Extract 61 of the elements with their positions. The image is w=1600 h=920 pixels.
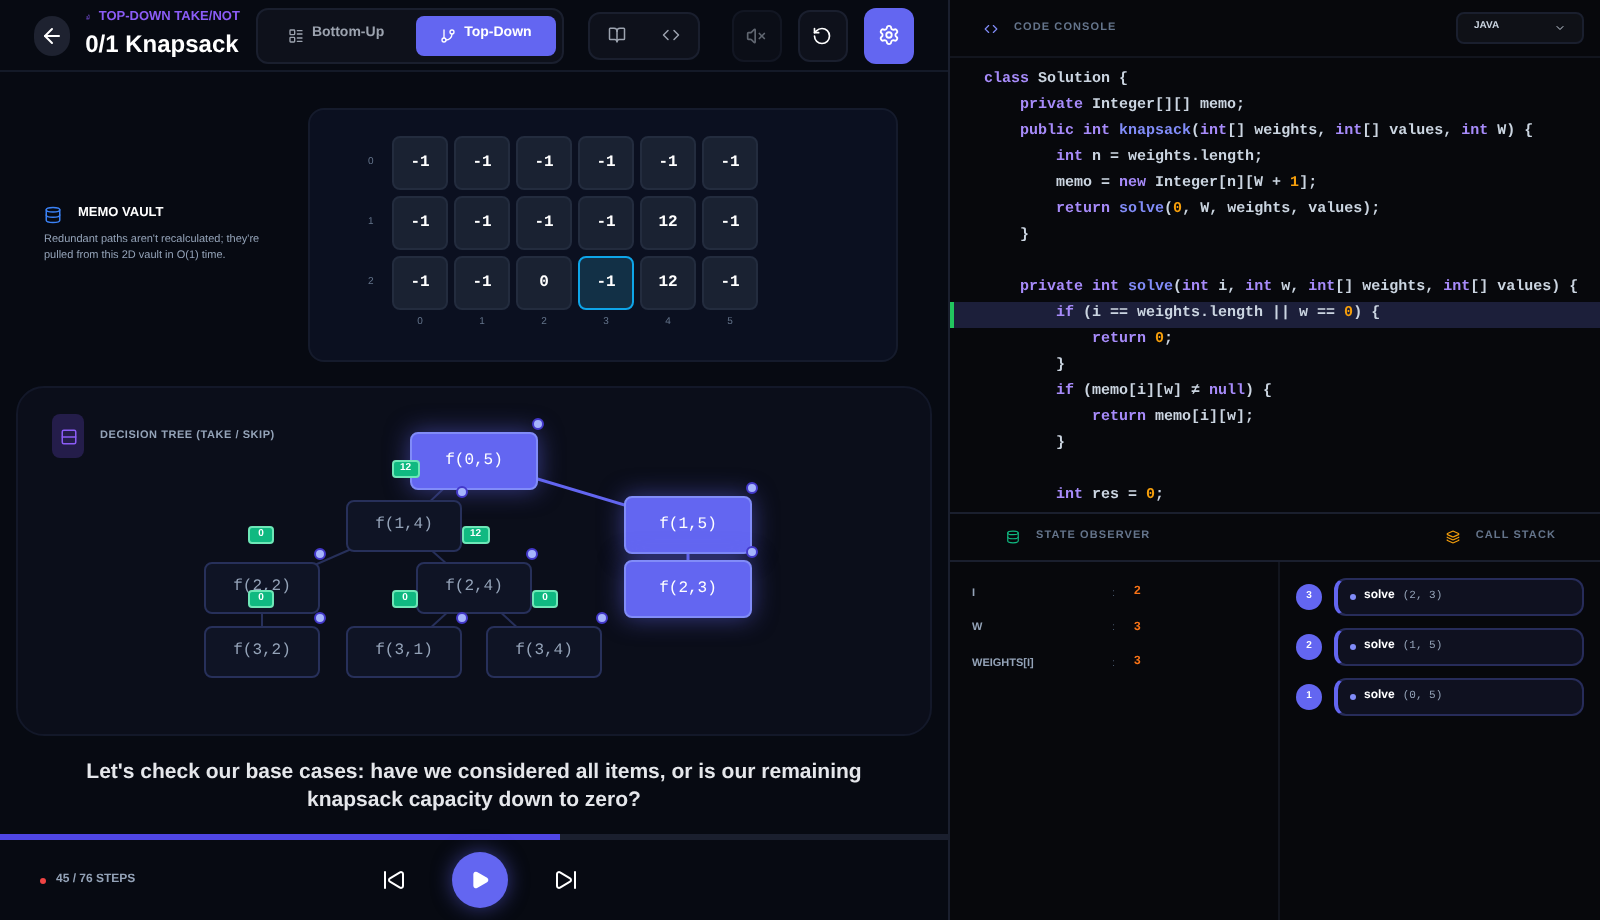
book-icon (607, 26, 626, 44)
node-marker-icon (532, 418, 544, 430)
memo-cell: -1 (702, 136, 758, 191)
memo-cell: -1 (516, 136, 572, 191)
database-icon (1006, 530, 1020, 544)
node-marker-icon (456, 612, 468, 624)
code-icon (984, 21, 998, 35)
narration-text: Let's check our base cases: have we considered all items, or is our remaining knapsack capacity down to zero? (84, 757, 864, 813)
node-marker-icon (314, 548, 326, 560)
back-button[interactable] (34, 15, 70, 55)
tree-node: f(2,3) (624, 560, 752, 618)
reset-button[interactable] (797, 9, 848, 61)
memo-cell: -1 (578, 196, 634, 251)
node-marker-icon (314, 612, 326, 624)
settings-icon (877, 24, 900, 46)
memo-cell: -1 (392, 136, 448, 191)
node-marker-icon (746, 546, 758, 558)
memo-cell: -1 (516, 196, 572, 251)
tree-node: f(3,2) (204, 626, 320, 678)
code-icon (661, 26, 680, 44)
sparkles-icon (85, 10, 91, 24)
memo-cell: -1 (578, 136, 634, 191)
node-marker-icon (526, 548, 538, 560)
memo-cell: -1 (702, 196, 758, 251)
rows-icon (59, 427, 77, 445)
page-title: 0/1 Knapsack (85, 28, 240, 63)
memo-cell: 12 (640, 256, 696, 311)
memo-cell: -1 (454, 136, 510, 191)
tree-node: f(0,5) (410, 432, 538, 490)
play-button[interactable] (452, 852, 508, 908)
node-marker-icon (596, 612, 608, 624)
tree-node: f(1,5) (624, 496, 752, 554)
list-icon (287, 27, 304, 43)
next-button[interactable] (552, 866, 580, 894)
branch-icon (440, 27, 457, 43)
tree-node: f(2,4) (416, 562, 532, 614)
settings-button[interactable] (863, 7, 915, 63)
database-icon (44, 205, 62, 223)
chevron-down-icon (1554, 22, 1566, 34)
mute-icon (746, 25, 767, 45)
memo-cell: -1 (392, 256, 448, 311)
memo-cell: 0 (516, 256, 572, 311)
memo-cell: -1 (578, 256, 634, 311)
memo-cell: -1 (454, 196, 510, 251)
reset-icon (812, 25, 833, 45)
memo-cell: -1 (702, 256, 758, 311)
memo-cell: -1 (392, 196, 448, 251)
previous-button[interactable] (380, 866, 408, 894)
node-marker-icon (746, 482, 758, 494)
tree-node: f(1,4) (346, 500, 462, 552)
back-arrow-icon (39, 23, 64, 47)
play-icon (470, 870, 490, 890)
memo-cell: -1 (640, 136, 696, 191)
memo-cell: 12 (640, 196, 696, 251)
tree-node: f(3,4) (486, 626, 602, 678)
skip-back-icon (382, 868, 406, 892)
memo-cell: -1 (454, 256, 510, 311)
layers-icon (1445, 530, 1460, 544)
tree-node: f(3,1) (346, 626, 462, 678)
mute-button[interactable] (731, 9, 782, 61)
skip-forward-icon (554, 868, 578, 892)
